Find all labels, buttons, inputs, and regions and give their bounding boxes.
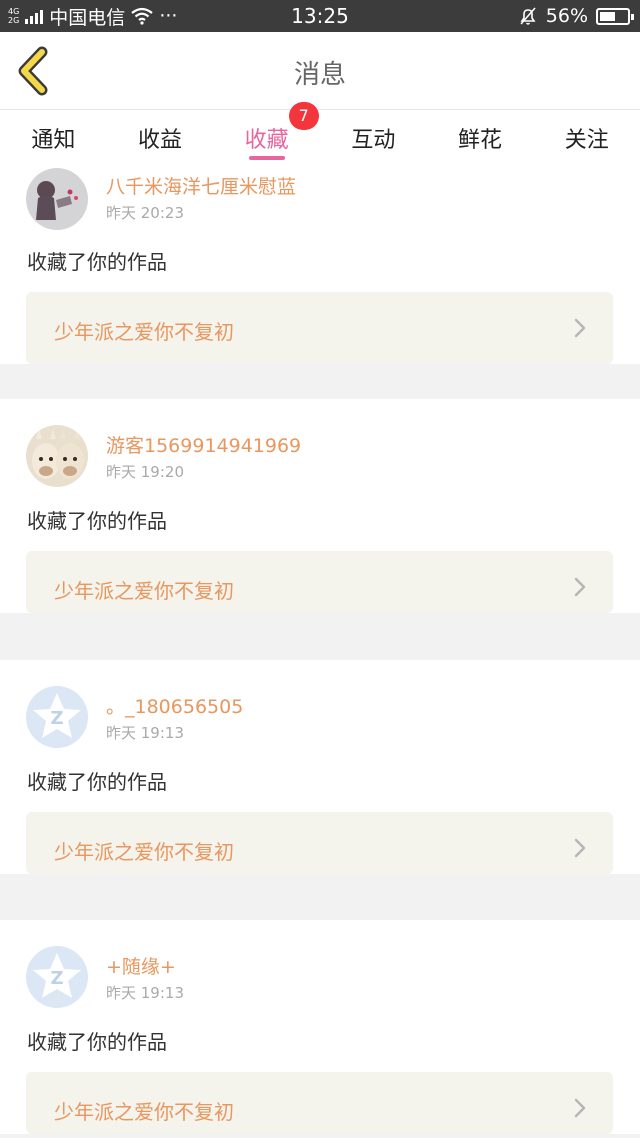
work-title: 少年派之爱你不复初 — [54, 579, 234, 603]
favorites-feed[interactable]: 八千米海洋七厘米慰蓝 昨天 20:23 收藏了你的作品 少年派之爱你不复初 游客… — [0, 168, 640, 1138]
timestamp: 昨天 19:13 — [106, 984, 184, 1002]
tab-favorites[interactable]: 收藏 7 — [213, 102, 320, 168]
svg-text:Z: Z — [50, 968, 63, 989]
favorite-item: 八千米海洋七厘米慰蓝 昨天 20:23 收藏了你的作品 少年派之爱你不复初 — [0, 168, 640, 364]
user-avatar[interactable] — [26, 168, 88, 230]
user-avatar[interactable]: Z — [26, 686, 88, 748]
tab-earnings[interactable]: 收益 — [107, 110, 214, 168]
svg-text:Z: Z — [50, 708, 63, 729]
page-title: 消息 — [293, 60, 346, 90]
tab-label: 通知 — [31, 128, 76, 153]
work-link[interactable]: 少年派之爱你不复初 — [26, 812, 613, 874]
tab-bar: 通知 收益 收藏 7 互动 鲜花 关注 — [0, 102, 640, 168]
battery-percent: 56% — [545, 5, 588, 27]
tab-following[interactable]: 关注 — [533, 110, 640, 168]
action-text: 收藏了你的作品 — [27, 1030, 167, 1054]
timestamp: 昨天 20:23 — [106, 204, 184, 222]
tab-label: 收藏 — [244, 128, 289, 153]
header-bar: 消息 — [0, 32, 640, 110]
photo-avatar-icon — [26, 168, 88, 230]
mute-bell-icon — [520, 7, 536, 25]
active-tab-indicator — [248, 156, 285, 160]
status-bar: 4G 2G 中国电信 ··· 13:25 56% — [0, 0, 640, 32]
tab-notifications[interactable]: 通知 — [0, 110, 107, 168]
user-name[interactable]: 游客1569914941969 — [106, 431, 301, 458]
user-name[interactable]: 八千米海洋七厘米慰蓝 — [106, 172, 296, 199]
favorite-item: 游客1569914941969 昨天 19:20 收藏了你的作品 少年派之爱你不… — [0, 399, 640, 613]
chevron-right-icon — [574, 577, 586, 597]
tab-label: 收益 — [138, 128, 183, 153]
work-link[interactable]: 少年派之爱你不复初 — [26, 292, 613, 364]
work-title: 少年派之爱你不复初 — [54, 1100, 234, 1124]
action-text: 收藏了你的作品 — [27, 509, 167, 533]
favorite-item: Z +随缘+ 昨天 19:13 收藏了你的作品 少年派之爱你不复初 — [0, 920, 640, 1134]
user-avatar[interactable] — [26, 425, 88, 487]
action-text: 收藏了你的作品 — [27, 250, 167, 274]
chevron-right-icon — [574, 318, 586, 338]
timestamp: 昨天 19:13 — [106, 724, 184, 742]
battery-icon — [596, 7, 634, 25]
work-link[interactable]: 少年派之爱你不复初 — [26, 551, 613, 613]
user-name[interactable]: +随缘+ — [106, 952, 176, 979]
work-title: 少年派之爱你不复初 — [54, 320, 234, 344]
alpaca-avatar-icon — [26, 425, 88, 487]
tab-interactions[interactable]: 互动 — [320, 110, 427, 168]
favorite-item: Z 。_180656505 昨天 19:13 收藏了你的作品 少年派之爱你不复初 — [0, 660, 640, 874]
tab-label: 关注 — [564, 128, 609, 153]
tab-label: 互动 — [351, 128, 396, 153]
chevron-right-icon — [574, 838, 586, 858]
tab-label: 鲜花 — [458, 128, 503, 153]
chevron-right-icon — [574, 1098, 586, 1118]
user-name[interactable]: 。_180656505 — [106, 692, 243, 719]
default-star-avatar-icon: Z — [26, 686, 88, 748]
default-star-avatar-icon: Z — [26, 946, 88, 1008]
unread-badge: 7 — [288, 102, 319, 130]
work-title: 少年派之爱你不复初 — [54, 840, 234, 864]
status-right: 56% — [518, 0, 634, 32]
timestamp: 昨天 19:20 — [106, 463, 184, 481]
work-link[interactable]: 少年派之爱你不复初 — [26, 1072, 613, 1134]
tab-flowers[interactable]: 鲜花 — [427, 110, 534, 168]
action-text: 收藏了你的作品 — [27, 770, 167, 794]
user-avatar[interactable]: Z — [26, 946, 88, 1008]
